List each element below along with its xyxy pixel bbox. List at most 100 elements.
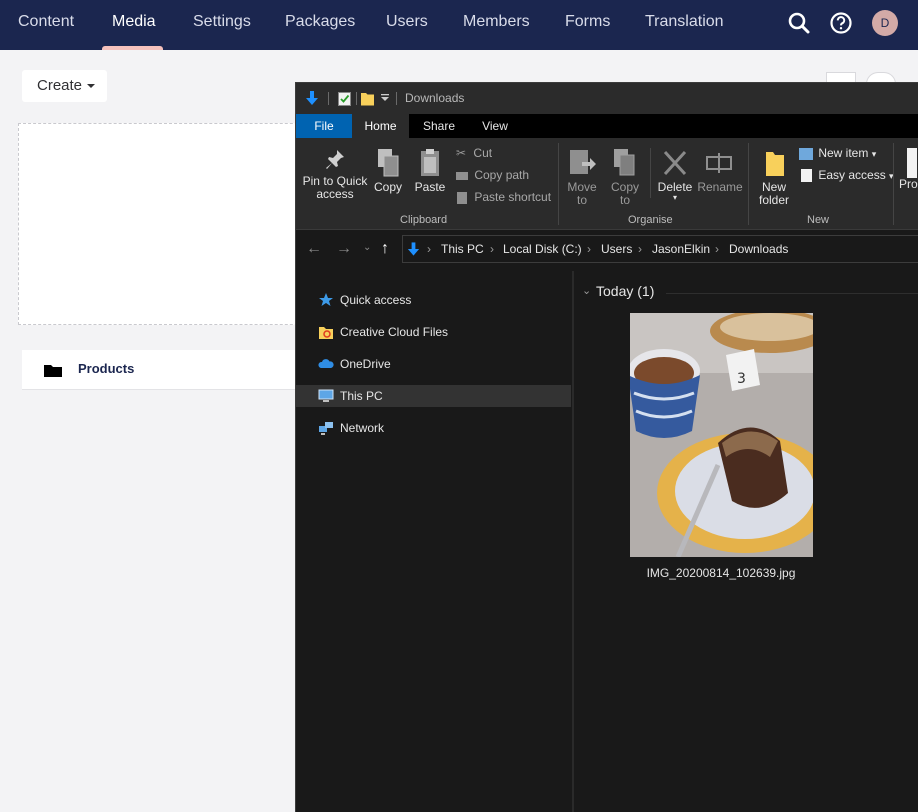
user-avatar[interactable]: D [872,10,898,36]
folder-icon [44,365,62,377]
nav-label: Network [340,421,385,435]
new-folder-quick-icon[interactable] [361,91,374,106]
copy-to-label-line2: to [619,193,630,207]
pin-to-quick-access-button[interactable]: Pin to Quick access [300,148,370,201]
search-icon[interactable] [786,10,812,36]
nav-forms[interactable]: Forms [565,0,610,50]
downloads-location-icon [407,242,420,256]
tab-view[interactable]: View [468,114,522,138]
properties-button[interactable]: Pro [899,148,918,191]
nav-quick-access[interactable]: Quick access [296,289,571,311]
file-thumbnail[interactable]: 3 [630,313,813,557]
toolbar-separator [356,92,357,105]
nav-packages[interactable]: Packages [285,0,355,50]
nav-members[interactable]: Members [463,0,530,50]
nav-users[interactable]: Users [386,0,428,50]
delete-button[interactable]: Delete ▾ [655,148,695,202]
rename-label: Rename [697,180,743,194]
help-icon[interactable] [828,10,854,36]
breadcrumb-jasonelkin[interactable]: JasonElkin [652,242,710,256]
paste-shortcut-button[interactable]: Paste shortcut [456,190,551,204]
pin-label-line2: access [316,187,354,201]
nav-settings[interactable]: Settings [193,0,251,50]
active-tab-indicator [102,46,163,50]
forward-arrow-icon[interactable]: → [336,240,352,258]
nav-this-pc[interactable]: This PC [296,385,571,407]
cloud-icon [318,359,334,368]
paste-button[interactable]: Paste [412,148,448,194]
easy-access-button[interactable]: Easy access ▾ [799,168,894,183]
breadcrumb-this-pc[interactable]: This PC [441,242,484,256]
nav-label: This PC [340,389,383,403]
nav-onedrive[interactable]: OneDrive [296,353,571,375]
nav-network[interactable]: Network [296,417,571,439]
top-navigation-bar: Content Media Settings Packages Users Me… [0,0,918,50]
cut-label: Cut [473,146,493,160]
properties-icon[interactable] [338,91,351,106]
new-item-icon [799,147,813,160]
create-button-label: Create [37,77,83,94]
download-arrow-icon [306,91,318,105]
new-group-label: New [807,214,830,226]
easy-access-label: Easy access [818,168,886,182]
nav-creative-cloud[interactable]: Creative Cloud Files [296,321,571,343]
group-separator [893,143,894,225]
upload-dropzone[interactable] [18,123,318,325]
computer-icon [318,389,334,402]
back-arrow-icon[interactable]: ← [306,240,322,258]
new-item-label: New item [818,146,869,160]
breadcrumb-separator: › [587,242,591,256]
new-item-dropdown-icon: ▾ [871,149,877,159]
ribbon-home: Pin to Quick access Copy Paste ✂ Cut Cop… [296,138,918,230]
rename-icon [706,153,732,173]
copy-button[interactable]: Copy [370,148,406,194]
nav-label: OneDrive [340,357,391,371]
folder-name: Products [78,361,135,376]
nav-content[interactable]: Content [18,0,74,50]
delete-dropdown-icon: ▾ [672,193,677,202]
tab-home[interactable]: Home [352,114,409,138]
copy-to-button[interactable]: Copy to [607,148,643,207]
creative-cloud-folder-icon [319,327,333,339]
breadcrumb-separator: › [638,242,642,256]
recent-locations-icon[interactable]: ⌄ [363,242,371,253]
nav-media[interactable]: Media [112,0,156,50]
window-title: Downloads [405,91,465,105]
move-to-icon [570,150,596,174]
nav-translation[interactable]: Translation [645,0,724,50]
move-to-label-line2: to [576,193,587,207]
copy-to-icon [614,149,635,176]
toolbar-separator [396,92,397,105]
file-name-label[interactable]: IMG_20200814_102639.jpg [596,566,846,580]
media-folder-item[interactable]: Products [22,350,322,390]
group-divider [666,293,918,294]
customize-toolbar-icon[interactable] [381,94,389,102]
breadcrumb-users[interactable]: Users [601,242,632,256]
ribbon-tabs: File Home Share View [296,114,918,138]
tab-share[interactable]: Share [412,114,466,138]
copy-path-button[interactable]: Copy path [456,168,529,182]
pin-icon [326,150,344,169]
properties-large-icon [907,148,917,178]
cut-button[interactable]: ✂ Cut [456,146,492,160]
copy-path-label: Copy path [474,168,530,182]
create-button[interactable]: Create [22,70,107,102]
nav-label: Quick access [340,293,412,307]
title-bar[interactable]: Downloads [296,83,918,114]
up-arrow-icon[interactable]: ↑ [381,240,389,258]
group-header-today[interactable]: Today (1) [596,283,654,299]
move-to-button[interactable]: Move to [564,148,600,207]
breadcrumb-separator: › [427,242,431,256]
nav-label: Creative Cloud Files [340,325,449,339]
address-bar[interactable]: › This PC › Local Disk (C:) › Users › Ja… [402,235,918,263]
collapse-group-icon[interactable]: ⌄ [582,284,591,297]
tab-file[interactable]: File [296,114,352,138]
new-folder-button[interactable]: New folder [754,148,794,207]
file-explorer-window[interactable]: Downloads File Home Share View Pin to Qu… [295,82,918,812]
delete-x-icon [663,150,687,176]
breadcrumb-local-disk[interactable]: Local Disk (C:) [503,242,582,256]
rename-button[interactable]: Rename [697,148,743,194]
organise-group-label: Organise [628,214,673,226]
new-item-button[interactable]: New item ▾ [799,146,876,161]
breadcrumb-downloads[interactable]: Downloads [729,242,788,256]
